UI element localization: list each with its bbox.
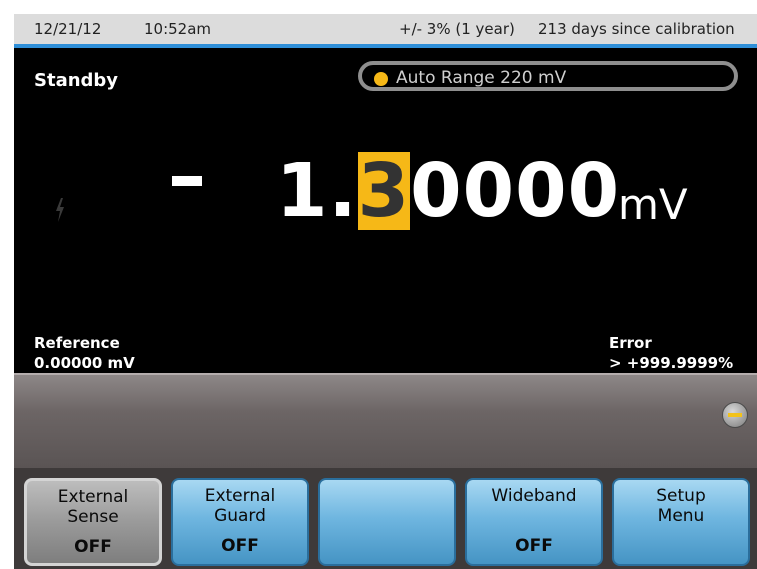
- measurement-display: Standby Auto Range 220 mV 1.30000 mV Ref…: [14, 48, 757, 373]
- softkey-state: OFF: [221, 536, 259, 556]
- reading-fraction: 0000: [410, 148, 621, 234]
- minus-indicator-icon[interactable]: [722, 402, 748, 428]
- operate-mode-label: Standby: [34, 70, 119, 91]
- external-sense-softkey[interactable]: External Sense OFF: [24, 478, 162, 566]
- softkey-label-line1: Wideband: [491, 486, 577, 506]
- reference-label: Reference: [34, 334, 120, 352]
- minus-bar: [728, 413, 742, 417]
- time-text: 10:52am: [144, 20, 212, 38]
- softkey-bar: External Sense OFF External Guard OFF Wi…: [14, 468, 757, 569]
- softkey-label-line2: Sense: [67, 507, 119, 527]
- reading-unit: mV: [618, 180, 688, 229]
- reading-integer: 1.: [276, 148, 358, 234]
- date-text: 12/21/12: [34, 20, 102, 38]
- error-value: > +999.9999%: [609, 354, 734, 372]
- softkey-label-line2: Menu: [657, 506, 705, 526]
- range-selector[interactable]: Auto Range 220 mV: [358, 61, 738, 91]
- softkey-state: OFF: [515, 536, 553, 556]
- softkey-label-line1: External: [204, 486, 276, 506]
- softkey-label-line2: Guard: [214, 506, 266, 526]
- blank-softkey[interactable]: [318, 478, 456, 566]
- error-label: Error: [609, 334, 652, 352]
- calibration-text: 213 days since calibration: [538, 20, 735, 38]
- external-guard-softkey[interactable]: External Guard OFF: [171, 478, 309, 566]
- reading-sign: [172, 176, 202, 186]
- reference-value: 0.00000 mV: [34, 354, 135, 372]
- range-label: Auto Range 220 mV: [396, 68, 567, 88]
- setup-menu-softkey[interactable]: Setup Menu: [612, 478, 750, 566]
- softkey-label-line1: Setup: [656, 486, 706, 506]
- accuracy-text: +/- 3% (1 year): [399, 20, 515, 38]
- message-panel: [14, 373, 757, 468]
- status-dot-icon: [374, 72, 388, 86]
- status-bar: 12/21/12 10:52am +/- 3% (1 year) 213 day…: [14, 14, 757, 44]
- cursor-digit[interactable]: 3: [357, 152, 411, 230]
- lightning-bolt-icon: [56, 198, 64, 222]
- main-reading[interactable]: 1.30000: [276, 146, 620, 236]
- softkey-label-line1: External: [57, 487, 129, 507]
- calibrator-screen: 12/21/12 10:52am +/- 3% (1 year) 213 day…: [14, 14, 757, 569]
- softkey-state: OFF: [74, 537, 112, 557]
- wideband-softkey[interactable]: Wideband OFF: [465, 478, 603, 566]
